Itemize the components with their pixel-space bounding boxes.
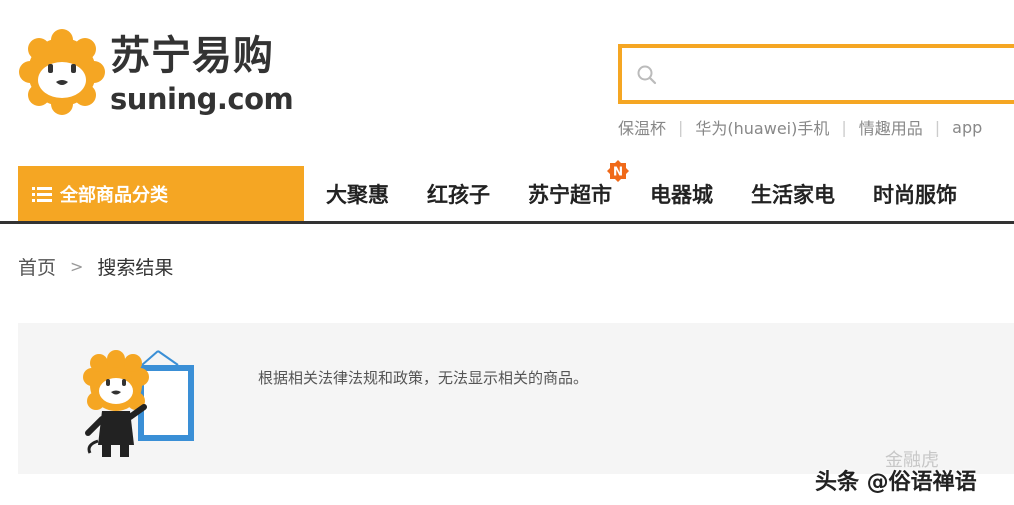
all-categories-button[interactable]: 全部商品分类 — [18, 166, 304, 222]
search-input[interactable] — [618, 44, 1014, 104]
hot-word-link[interactable]: 情趣用品 — [859, 115, 923, 139]
divider: | — [678, 117, 684, 137]
watermark: 金融虎 头条 @俗语禅语 — [815, 446, 1005, 496]
logo-english-text: suning.com — [110, 82, 294, 116]
breadcrumb: 首页 > 搜索结果 — [18, 252, 173, 280]
suning-logo[interactable]: 苏宁易购 suning.com — [18, 28, 308, 120]
nav-item-appliances[interactable]: 电器城 — [650, 179, 713, 209]
search-icon — [637, 65, 657, 85]
lion-mascot-holding-sign-icon — [83, 350, 194, 457]
chevron-right-icon: > — [70, 256, 84, 276]
watermark-text: 头条 @俗语禅语 — [815, 470, 977, 495]
list-icon — [32, 187, 52, 202]
lion-logo-icon — [19, 29, 105, 115]
nav-item-honghaizi[interactable]: 红孩子 — [427, 179, 490, 209]
nav-item-home-appliances[interactable]: 生活家电 — [751, 179, 835, 209]
logo-chinese-text: 苏宁易购 — [110, 33, 274, 79]
all-categories-label: 全部商品分类 — [60, 185, 168, 206]
hot-word-link[interactable]: 华为(huawei)手机 — [695, 115, 829, 139]
breadcrumb-home-link[interactable]: 首页 — [18, 253, 56, 280]
main-nav: 大聚惠 红孩子 苏宁超市 N 电器城 生活家电 时尚服饰 — [326, 160, 995, 222]
hot-word-link[interactable]: 保温杯 — [618, 115, 666, 139]
hot-word-link[interactable]: app — [952, 118, 982, 137]
nav-divider — [0, 221, 1014, 224]
page: 苏宁易购 suning.com 保温杯 | 华为(huawei)手机 | 情趣用… — [0, 0, 1014, 505]
divider: | — [841, 117, 847, 137]
new-badge-icon: N — [607, 160, 629, 182]
notice-message: 根据相关法律法规和政策，无法显示相关的商品。 — [258, 369, 589, 387]
new-badge-text: N — [613, 165, 623, 179]
breadcrumb-current: 搜索结果 — [97, 256, 174, 279]
nav-item-supermarket[interactable]: 苏宁超市 N — [528, 160, 629, 209]
nav-item-fashion[interactable]: 时尚服饰 — [873, 179, 957, 209]
hot-search-words: 保温杯 | 华为(huawei)手机 | 情趣用品 | app — [618, 115, 1014, 139]
nav-item-daju[interactable]: 大聚惠 — [326, 179, 389, 209]
nav-item-label: 苏宁超市 — [528, 183, 612, 207]
divider: | — [934, 117, 941, 137]
